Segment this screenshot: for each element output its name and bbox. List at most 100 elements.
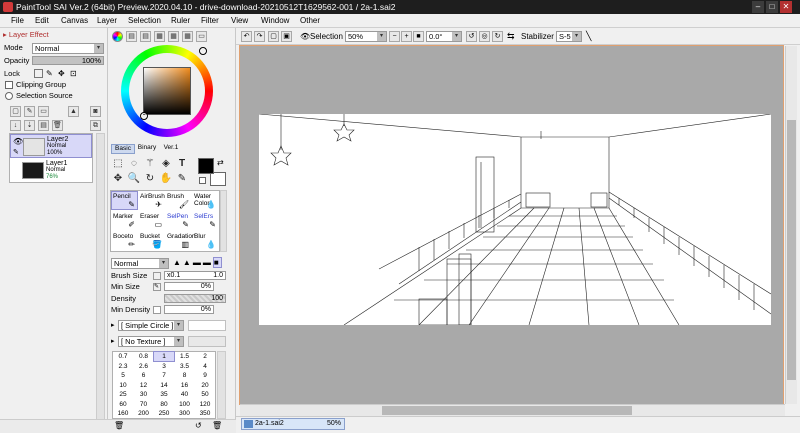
- brush-tool-boceto[interactable]: Boceto ✏: [111, 231, 138, 250]
- brush-tool-water-color[interactable]: Water Color 💧: [192, 191, 219, 210]
- lock-draw-icon[interactable]: ✎: [46, 69, 53, 78]
- edge-soft-icon[interactable]: ▲: [173, 258, 183, 267]
- size-preset[interactable]: 5: [113, 371, 133, 380]
- brush-size-slider[interactable]: x0.1 1.0: [164, 271, 226, 280]
- menu-filter[interactable]: Filter: [199, 15, 221, 27]
- edge-square-icon[interactable]: ■: [212, 257, 222, 268]
- menu-edit[interactable]: Edit: [33, 15, 51, 27]
- saturation-value-square[interactable]: [143, 67, 191, 115]
- select-rect-icon[interactable]: ⬚: [110, 158, 126, 170]
- flip-horizontal-icon[interactable]: ⇆: [507, 31, 515, 42]
- layer-scrollbar[interactable]: [96, 133, 105, 423]
- edge-medium-icon[interactable]: ▲: [183, 258, 193, 267]
- angle-dropdown[interactable]: 0.0° ▾: [426, 31, 462, 42]
- size-preset[interactable]: 50: [195, 390, 215, 399]
- size-preset[interactable]: 9: [195, 371, 215, 380]
- min-density-slider[interactable]: 0%: [164, 305, 214, 314]
- scratchpad-icon[interactable]: ▭: [196, 31, 207, 42]
- vertical-scroll-thumb[interactable]: [787, 120, 796, 380]
- tab-ver1[interactable]: Ver.1: [159, 144, 183, 154]
- hand-icon[interactable]: ✋: [158, 173, 174, 185]
- layer-row[interactable]: Layer1 Normal 76%: [10, 159, 92, 182]
- hue-cursor[interactable]: [199, 47, 207, 55]
- brush-grid-scrollbar[interactable]: [220, 190, 227, 252]
- drawing-canvas[interactable]: [259, 114, 771, 325]
- transfer-down-icon[interactable]: ↓: [10, 120, 21, 131]
- merge-visible-icon[interactable]: ⧉: [90, 120, 101, 131]
- opacity-slider[interactable]: 100%: [32, 56, 104, 65]
- rotate-icon[interactable]: ↻: [142, 173, 158, 185]
- size-preset[interactable]: 350: [195, 409, 215, 418]
- stabilizer-dropdown[interactable]: S-5 ▾: [556, 31, 582, 42]
- visibility-eye-icon[interactable]: 👁: [13, 137, 23, 146]
- selection-source-radio[interactable]: [5, 92, 13, 100]
- maximize-button[interactable]: □: [766, 1, 778, 13]
- size-preset[interactable]: 1.5: [175, 352, 195, 361]
- brush-edge-shapes[interactable]: ▲▲▬▬■: [173, 257, 222, 268]
- size-preset[interactable]: 0.8: [134, 352, 154, 361]
- tab-binary[interactable]: Binary: [135, 144, 159, 154]
- menu-selection[interactable]: Selection: [126, 15, 163, 27]
- size-preset[interactable]: 40: [175, 390, 195, 399]
- color-picker-cursor[interactable]: [140, 112, 148, 120]
- layer-effect-icon[interactable]: ▲: [68, 106, 79, 117]
- size-preset[interactable]: 2.3: [113, 362, 133, 371]
- size-preset[interactable]: 250: [154, 409, 174, 418]
- layer-select-icon[interactable]: ◈: [158, 158, 174, 170]
- delete-layer-icon[interactable]: 🗑: [52, 120, 63, 131]
- lock-move-icon[interactable]: ✥: [58, 69, 65, 78]
- menu-file[interactable]: File: [9, 15, 26, 27]
- menu-window[interactable]: Window: [259, 15, 291, 27]
- minimize-button[interactable]: –: [752, 1, 764, 13]
- magic-wand-icon[interactable]: ⚚: [142, 158, 158, 170]
- size-preset[interactable]: 70: [134, 400, 154, 409]
- size-preset[interactable]: 200: [134, 409, 154, 418]
- lasso-icon[interactable]: ◌: [126, 158, 142, 170]
- size-preset[interactable]: 8: [175, 371, 195, 380]
- density-slider[interactable]: 100: [164, 294, 226, 303]
- brush-tool-bucket[interactable]: Bucket 🪣: [138, 231, 165, 250]
- size-preset[interactable]: 80: [154, 400, 174, 409]
- color-wheel-mode-icon[interactable]: [112, 31, 123, 42]
- close-button[interactable]: ✕: [780, 1, 792, 13]
- size-preset[interactable]: 100: [175, 400, 195, 409]
- menu-layer[interactable]: Layer: [95, 15, 119, 27]
- menu-other[interactable]: Other: [298, 15, 322, 27]
- min-density-checkbox[interactable]: [153, 306, 161, 314]
- rgb-slider-icon[interactable]: ▤: [126, 31, 137, 42]
- zoom-icon[interactable]: 🔍: [126, 173, 142, 185]
- size-preset[interactable]: 16: [175, 381, 195, 390]
- hsv-slider-icon[interactable]: ▤: [140, 31, 151, 42]
- size-preset[interactable]: 30: [134, 390, 154, 399]
- brush-texture-dropdown[interactable]: [ No Texture ] ▾: [118, 336, 184, 347]
- size-preset[interactable]: 2: [195, 352, 215, 361]
- size-preset[interactable]: 12: [134, 381, 154, 390]
- size-preset[interactable]: 160: [113, 409, 133, 418]
- merge-down-icon[interactable]: ⇣: [24, 120, 35, 131]
- size-preset[interactable]: 4: [195, 362, 215, 371]
- swap-colors-icon[interactable]: ⇄: [217, 158, 224, 167]
- layer-row[interactable]: 👁 ✎ Layer2 Normal 100%: [10, 134, 92, 158]
- deselect-button[interactable]: ▢: [268, 31, 279, 42]
- transparent-color-icon[interactable]: [199, 177, 206, 184]
- brush-tool-blur[interactable]: Blur 💧: [192, 231, 219, 250]
- clipping-group-checkbox[interactable]: [5, 81, 13, 89]
- brush-tool-marker[interactable]: Marker ✐: [111, 211, 138, 230]
- menu-view[interactable]: View: [229, 15, 250, 27]
- brush-tool-brush[interactable]: Brush 🖌: [165, 191, 192, 210]
- background-color-swatch[interactable]: [210, 172, 226, 186]
- brush-tool-airbrush[interactable]: AirBrush ✈: [138, 191, 165, 210]
- invert-selection-button[interactable]: ▣: [281, 31, 292, 42]
- size-preset[interactable]: 0.7: [113, 352, 133, 361]
- canvas-vertical-scrollbar[interactable]: [785, 46, 797, 404]
- size-preset[interactable]: 6: [134, 371, 154, 380]
- palette-icon[interactable]: ▦: [154, 31, 165, 42]
- mode-dropdown[interactable]: Normal ▾: [32, 43, 104, 54]
- size-preset[interactable]: 25: [113, 390, 133, 399]
- mixer-icon[interactable]: ▦: [168, 31, 179, 42]
- straight-line-icon[interactable]: ╲: [586, 31, 591, 42]
- size-preset[interactable]: 60: [113, 400, 133, 409]
- foreground-color-swatch[interactable]: [198, 158, 214, 174]
- brush-blend-dropdown[interactable]: Normal ▾: [111, 258, 169, 269]
- horizontal-scroll-thumb[interactable]: [382, 406, 632, 415]
